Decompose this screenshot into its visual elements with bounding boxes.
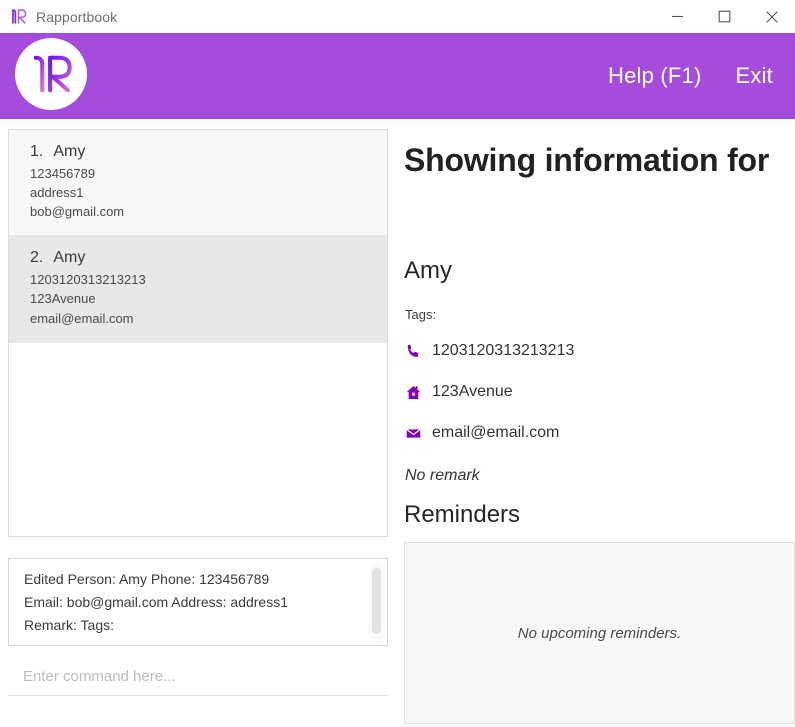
brand-logo xyxy=(15,38,87,110)
person-name: Amy xyxy=(53,249,86,267)
person-index: 2. xyxy=(30,249,44,267)
window-title-text: Rapportbook xyxy=(36,8,118,25)
rapportbook-r-logo-icon xyxy=(9,7,28,26)
person-list-panel[interactable]: 1. Amy 123456789 address1 bob@gmail.com … xyxy=(8,129,388,537)
phone-icon xyxy=(404,342,422,360)
reminders-panel: No upcoming reminders. xyxy=(404,542,795,724)
result-line: Email: bob@gmail.com Address: address1 xyxy=(24,593,288,610)
detail-address-row: 123Avenue xyxy=(404,383,513,401)
detail-phone-row: 1203120313213213 xyxy=(404,342,574,360)
command-input-wrapper[interactable] xyxy=(8,658,388,696)
person-phone: 123456789 xyxy=(30,166,96,181)
person-address: address1 xyxy=(30,185,84,201)
result-scrollbar[interactable] xyxy=(369,563,384,642)
person-name: Amy xyxy=(53,143,86,160)
header-menu: Help (F1) Exit xyxy=(608,33,773,119)
title-bar-brand: Rapportbook xyxy=(0,7,117,26)
person-address: 123Avenue xyxy=(30,291,96,307)
person-index: 1. xyxy=(30,143,44,160)
window-title-bar: Rapportbook xyxy=(0,0,795,33)
person-email: bob@gmail.com xyxy=(30,204,125,220)
detail-person-name: Amy xyxy=(404,257,452,284)
help-menu-item[interactable]: Help (F1) xyxy=(608,63,702,89)
close-icon xyxy=(765,10,779,24)
list-item[interactable]: 2. Amy 1203120313213213 123Avenue email@… xyxy=(9,236,387,343)
detail-email-row: email@email.com xyxy=(404,424,559,442)
app-window: Rapportbook Help (F1) Exit 1. Amy 123456… xyxy=(0,0,795,727)
maximize-button[interactable] xyxy=(701,0,748,33)
home-icon xyxy=(404,383,422,401)
result-scrollbar-thumb[interactable] xyxy=(372,568,381,634)
person-title-row: 1. Amy xyxy=(30,143,387,161)
detail-panel: Showing information for Amy Tags: 120312… xyxy=(402,129,795,727)
minimize-icon xyxy=(671,10,684,23)
rapportbook-circle-logo-icon xyxy=(25,48,77,100)
email-icon xyxy=(404,424,422,442)
app-header-bar: Help (F1) Exit xyxy=(0,33,795,119)
detail-email-value: email@email.com xyxy=(432,424,560,441)
result-line: Edited Person: Amy Phone: 123456789 xyxy=(24,571,270,587)
result-display-box: Edited Person: Amy Phone: 123456789 Emai… xyxy=(8,558,388,646)
reminders-heading: Reminders xyxy=(404,501,521,528)
tags-label: Tags: xyxy=(405,307,437,322)
command-input[interactable] xyxy=(23,668,388,685)
detail-phone-value: 1203120313213213 xyxy=(432,342,575,359)
window-controls xyxy=(654,0,795,33)
person-title-row: 2. Amy xyxy=(30,249,387,267)
result-line: Remark: Tags: xyxy=(24,616,114,633)
person-phone: 1203120313213213 xyxy=(30,272,146,288)
reminders-empty-message: No upcoming reminders. xyxy=(517,624,682,642)
close-button[interactable] xyxy=(748,0,795,33)
maximize-icon xyxy=(718,10,731,23)
detail-address-value: 123Avenue xyxy=(432,383,513,400)
minimize-button[interactable] xyxy=(654,0,701,33)
page-title: Showing information for xyxy=(404,142,770,178)
detail-remark: No remark xyxy=(405,467,480,484)
list-item[interactable]: 1. Amy 123456789 address1 bob@gmail.com xyxy=(9,130,387,237)
person-email: email@email.com xyxy=(30,310,134,326)
exit-menu-item[interactable]: Exit xyxy=(736,63,773,89)
